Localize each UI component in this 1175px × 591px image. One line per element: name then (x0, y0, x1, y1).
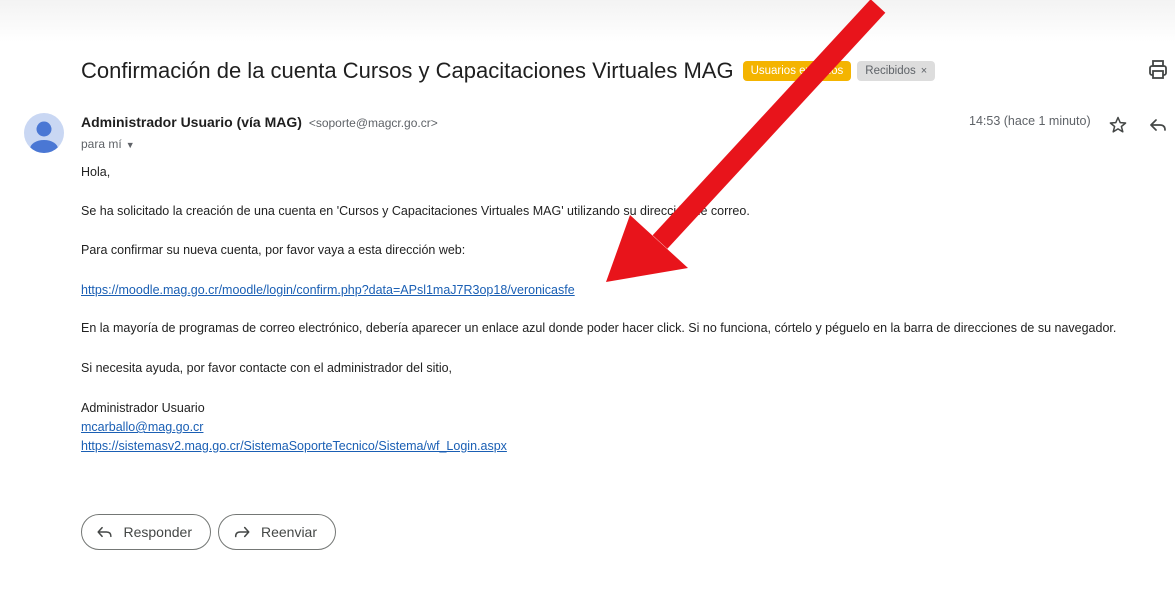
reply-button-label: Responder (123, 524, 193, 540)
forward-icon (234, 526, 250, 538)
label-inbox-text: Recibidos (865, 65, 916, 77)
avatar-icon[interactable] (24, 113, 64, 153)
sender-name[interactable]: Administrador Usuario (vía MAG) (81, 114, 302, 130)
body-paragraph-2: Para confirmar su nueva cuenta, por favo… (81, 243, 466, 257)
signature-url-link[interactable]: https://sistemasv2.mag.go.cr/SistemaSopo… (81, 439, 507, 453)
confirm-link[interactable]: https://moodle.mag.go.cr/moodle/login/co… (81, 283, 575, 297)
star-icon[interactable] (1108, 115, 1128, 135)
reply-icon (97, 526, 112, 538)
sender-email: <soporte@magcr.go.cr> (308, 116, 438, 130)
signature-email-link[interactable]: mcarballo@mag.go.cr (81, 420, 203, 434)
subject-row: Confirmación de la cuenta Cursos y Capac… (81, 56, 936, 86)
sender-row: Administrador Usuario (vía MAG) <soporte… (81, 114, 438, 130)
recipient-label: para mí (81, 137, 122, 151)
email-time: 14:53 (hace 1 minuto) (969, 114, 1091, 128)
signature-name: Administrador Usuario (81, 401, 205, 415)
label-inbox[interactable]: Recibidos × (857, 61, 936, 81)
reply-icon[interactable] (1148, 115, 1168, 135)
body-paragraph-4: Si necesita ayuda, por favor contacte co… (81, 361, 453, 375)
chevron-down-icon[interactable]: ▼ (126, 140, 135, 150)
email-subject: Confirmación de la cuenta Cursos y Capac… (81, 58, 734, 83)
body-paragraph-3: En la mayoría de programas de correo ele… (81, 321, 1117, 335)
print-icon[interactable] (1147, 58, 1169, 82)
body-greeting: Hola, (81, 165, 111, 179)
forward-button-label: Reenviar (260, 524, 317, 540)
remove-label-icon[interactable]: × (921, 65, 927, 77)
forward-button[interactable]: Reenviar (218, 514, 336, 550)
recipient-details[interactable]: para mí ▼ (81, 137, 135, 151)
label-external[interactable]: Usuarios externos (742, 61, 852, 81)
top-strip (0, 0, 1175, 42)
reply-button[interactable]: Responder (81, 514, 211, 550)
body-paragraph-1: Se ha solicitado la creación de una cuen… (81, 204, 750, 218)
